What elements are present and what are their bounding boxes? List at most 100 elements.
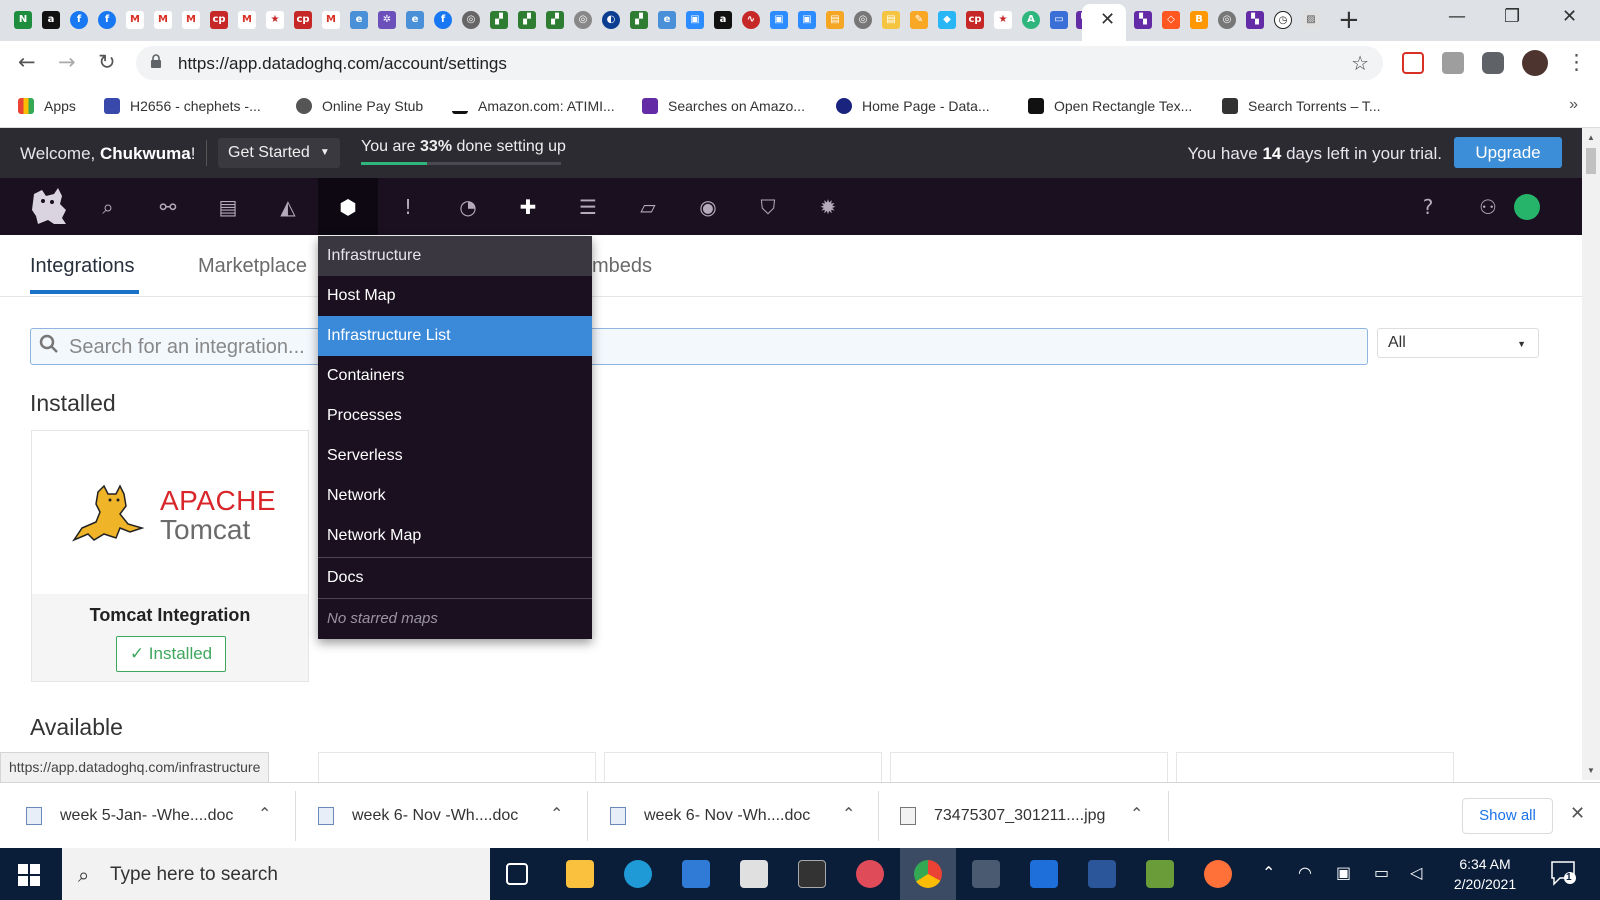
tab-favicon[interactable]: A xyxy=(1022,11,1040,29)
taskbar-clock[interactable]: 6:34 AM 2/20/2021 xyxy=(1440,854,1530,894)
bookmark-amazon-searches[interactable]: Searches on Amazo... xyxy=(642,98,805,114)
upgrade-button[interactable]: Upgrade xyxy=(1454,137,1562,168)
nav-rum-icon[interactable]: ✹ xyxy=(798,178,858,235)
download-item[interactable]: week 6- Nov -Wh....doc ⌃ xyxy=(292,783,584,849)
tab-favicon[interactable]: ▨ xyxy=(1302,11,1320,29)
tab-favicon[interactable]: ▞ xyxy=(546,11,564,29)
page-scrollbar[interactable]: ▲ ▼ xyxy=(1582,128,1600,780)
wifi-icon[interactable]: ◠ xyxy=(1298,863,1312,882)
tab-favicon[interactable]: cp xyxy=(294,11,312,29)
menu-item-host-map[interactable]: Host Map xyxy=(318,276,592,316)
tab-favicon[interactable]: cp xyxy=(210,11,228,29)
tab-favicon[interactable]: a xyxy=(714,11,732,29)
tab-favicon[interactable]: ▞ xyxy=(518,11,536,29)
more-bookmarks-icon[interactable]: » xyxy=(1569,96,1578,114)
tab-favicon[interactable]: ✲ xyxy=(378,11,396,29)
close-tab-icon[interactable]: ✕ xyxy=(1100,9,1115,30)
nav-search-icon[interactable]: ⌕ xyxy=(78,178,138,235)
bookmark-search-torrents[interactable]: Search Torrents – T... xyxy=(1222,98,1381,114)
tab-favicon[interactable]: ▞ xyxy=(490,11,508,29)
tab-favicon[interactable]: ▤ xyxy=(826,11,844,29)
firefox-icon[interactable] xyxy=(1204,860,1232,888)
tab-favicon[interactable]: ▤ xyxy=(882,11,900,29)
tab-favicon[interactable]: ◇ xyxy=(1162,11,1180,29)
tab-favicon[interactable]: ✎ xyxy=(910,11,928,29)
category-filter-select[interactable]: All ▼ xyxy=(1377,328,1539,358)
chevron-up-icon[interactable]: ⌃ xyxy=(842,804,855,823)
tab-favicon[interactable]: ◎ xyxy=(1218,11,1236,29)
nav-apm-icon[interactable]: ◔ xyxy=(438,178,498,235)
minimize-icon[interactable]: — xyxy=(1448,6,1466,27)
tomcat-integration-card[interactable]: APACHE Tomcat Tomcat Integration ✓ Insta… xyxy=(31,430,309,682)
close-window-icon[interactable]: ✕ xyxy=(1562,6,1577,27)
nav-dashboards-icon[interactable]: ▤ xyxy=(198,178,258,235)
download-item[interactable]: week 6- Nov -Wh....doc ⌃ xyxy=(584,783,876,849)
pocket-extension-icon[interactable] xyxy=(1402,52,1424,74)
tab-favicon[interactable]: ▭ xyxy=(1050,11,1068,29)
available-integration-card[interactable] xyxy=(604,752,882,782)
integration-search[interactable] xyxy=(30,328,1368,365)
tray-chevron-up-icon[interactable]: ⌃ xyxy=(1262,863,1275,882)
tab-favicon[interactable]: ▣ xyxy=(798,11,816,29)
nav-infrastructure-icon[interactable]: ⬢ xyxy=(318,178,378,235)
tab-integrations[interactable]: Integrations xyxy=(30,255,135,278)
nav-watchdog-icon[interactable]: ⚯ xyxy=(138,178,198,235)
search-input[interactable] xyxy=(69,332,1349,362)
volume-icon[interactable]: ◁ xyxy=(1410,863,1422,882)
download-item[interactable]: 73475307_301211....jpg ⌃ xyxy=(874,783,1166,849)
user-avatar[interactable] xyxy=(1514,194,1540,220)
available-integration-card[interactable] xyxy=(1176,752,1454,782)
tab-favicon[interactable]: ▚ xyxy=(1246,11,1264,29)
task-view-icon[interactable] xyxy=(506,863,528,885)
tab-favicon[interactable]: ◎ xyxy=(854,11,872,29)
bookmark-pay-stub[interactable]: Online Pay Stub xyxy=(296,98,423,114)
menu-item-infrastructure-list[interactable]: Infrastructure List xyxy=(318,316,592,356)
nav-security-icon[interactable]: ⛉ xyxy=(738,178,798,235)
bookmark-h2656[interactable]: H2656 - chephets -... xyxy=(104,98,261,114)
tab-favicon[interactable]: ◐ xyxy=(602,11,620,29)
tab-favicon[interactable]: cp xyxy=(966,11,984,29)
scroll-down-icon[interactable]: ▼ xyxy=(1587,766,1595,775)
taskbar-search-box[interactable]: ⌕ Type here to search xyxy=(62,848,490,900)
chevron-up-icon[interactable]: ⌃ xyxy=(550,804,563,823)
tab-favicon[interactable]: e xyxy=(350,11,368,29)
chevron-up-icon[interactable]: ⌃ xyxy=(258,804,271,823)
menu-item-network[interactable]: Network xyxy=(318,476,592,516)
forward-icon[interactable]: → xyxy=(58,50,76,74)
tab-favicon[interactable]: f xyxy=(70,11,88,29)
notification-center-icon[interactable] xyxy=(1550,860,1578,886)
menu-header-infrastructure[interactable]: Infrastructure xyxy=(318,236,592,276)
windows-start-icon[interactable] xyxy=(18,864,40,886)
image-viewer-icon[interactable] xyxy=(1146,860,1174,888)
tab-favicon[interactable]: B xyxy=(1190,11,1208,29)
tab-marketplace[interactable]: Marketplace xyxy=(198,255,307,278)
bookmark-home-page[interactable]: Home Page - Data... xyxy=(836,98,990,114)
nav-logs-icon[interactable]: ☰ xyxy=(558,178,618,235)
menu-item-serverless[interactable]: Serverless xyxy=(318,436,592,476)
bookmark-amazon[interactable]: Amazon.com: ATIMI... xyxy=(452,98,615,114)
bookmark-apps[interactable]: Apps xyxy=(18,98,76,114)
tab-favicon[interactable]: ◎ xyxy=(574,11,592,29)
available-integration-card[interactable] xyxy=(318,752,596,782)
tab-favicon[interactable]: M xyxy=(322,11,340,29)
tab-favicon[interactable]: ▣ xyxy=(686,11,704,29)
paint-app-icon[interactable] xyxy=(856,860,884,888)
get-started-button[interactable]: Get Started ▼ xyxy=(218,138,340,168)
setup-progress[interactable]: You are 33% done setting up xyxy=(361,138,566,165)
menu-item-docs[interactable]: Docs xyxy=(318,558,592,598)
tab-favicon[interactable]: f xyxy=(434,11,452,29)
bookmark-star-icon[interactable]: ☆ xyxy=(1351,51,1369,75)
scroll-up-icon[interactable]: ▲ xyxy=(1587,133,1595,142)
tab-favicon[interactable]: M xyxy=(238,11,256,29)
tab-favicon[interactable]: ★ xyxy=(994,11,1012,29)
tab-favicon[interactable]: M xyxy=(126,11,144,29)
datadog-logo-icon[interactable] xyxy=(28,186,72,228)
nav-synthetics-icon[interactable]: ◉ xyxy=(678,178,738,235)
tab-favicon[interactable]: ◷ xyxy=(1274,11,1292,29)
tab-favicon[interactable]: a xyxy=(42,11,60,29)
nav-help-icon[interactable]: ? xyxy=(1398,178,1458,235)
tab-favicon[interactable]: ∿ xyxy=(742,11,760,29)
bookmark-open-rectangle[interactable]: Open Rectangle Tex... xyxy=(1028,98,1192,114)
tab-favicon[interactable]: N xyxy=(14,11,32,29)
tab-favicon[interactable]: ▞ xyxy=(630,11,648,29)
